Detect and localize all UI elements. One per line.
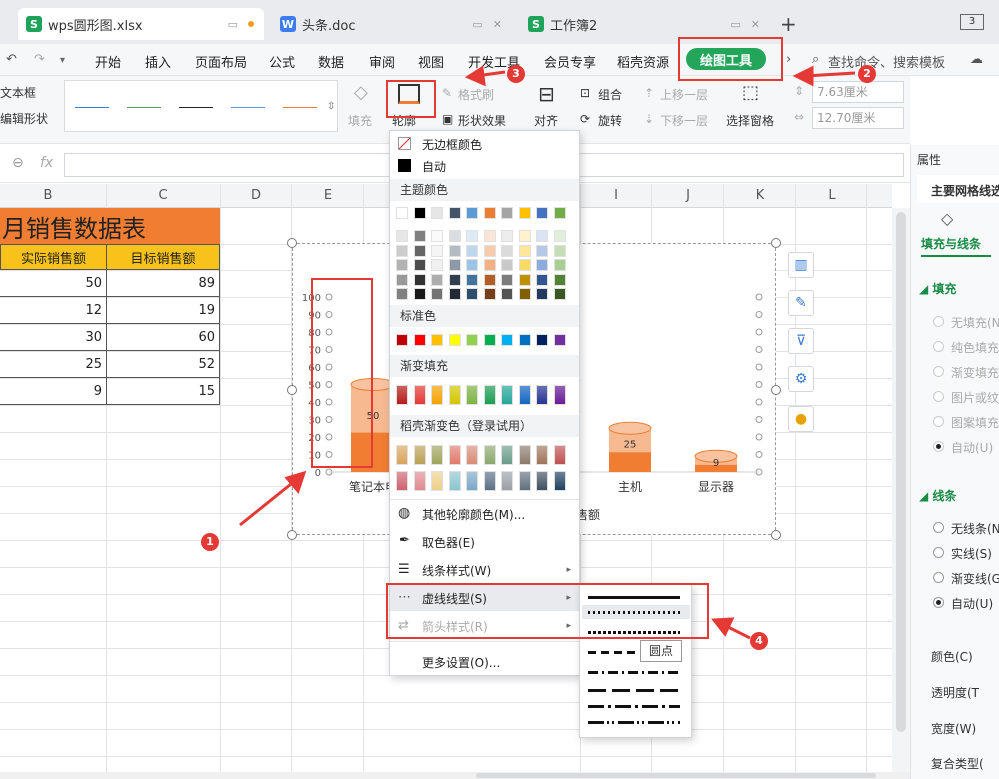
annotation-badge: 1 (201, 533, 219, 551)
annotation-arrows (239, 65, 856, 640)
annotation-badge: 2 (858, 65, 876, 83)
annotation-badge: 3 (507, 65, 525, 83)
annotation-badge: 4 (750, 632, 768, 650)
